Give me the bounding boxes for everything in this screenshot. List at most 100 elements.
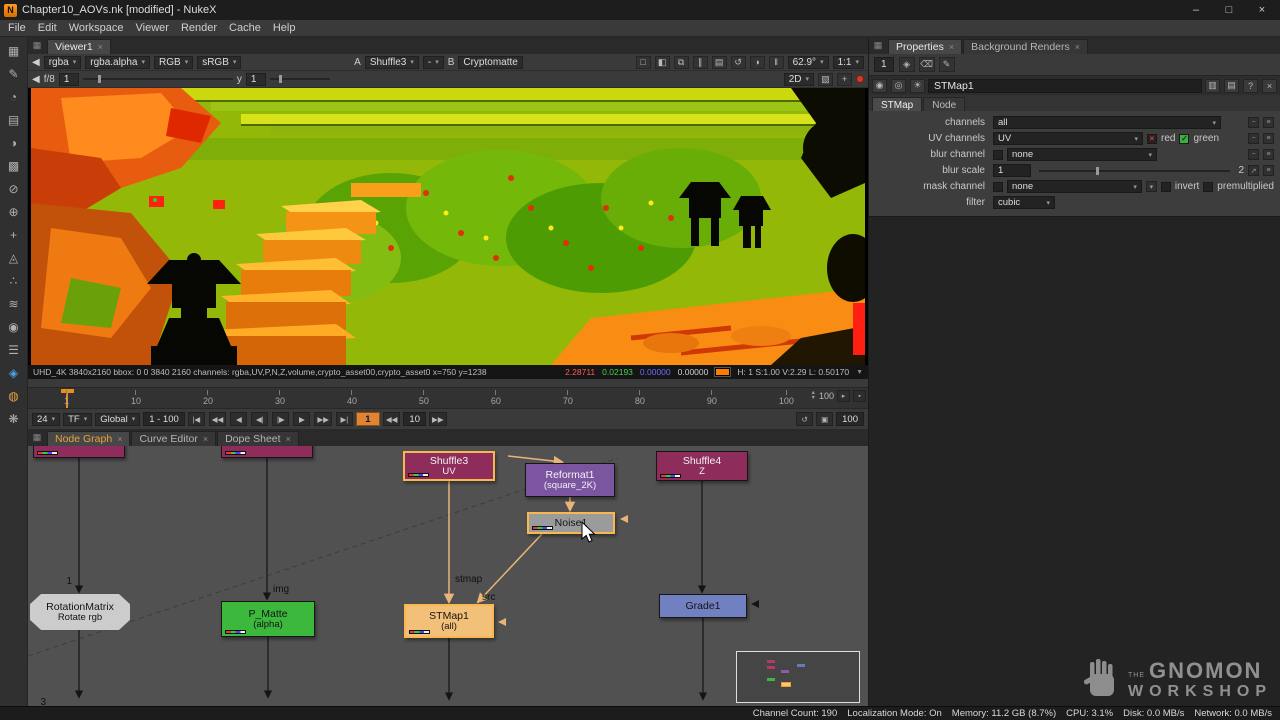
range-lock-button[interactable]: ▣ <box>816 412 833 426</box>
b-input-select[interactable]: Cryptomatte <box>458 56 522 69</box>
wipe-mode-select[interactable]: -▾ <box>423 56 444 69</box>
fps-select[interactable]: 24▾ <box>32 413 60 426</box>
refresh-icon[interactable]: ↺ <box>731 56 746 69</box>
menu-item[interactable]: Render <box>175 21 223 35</box>
float-panel-icon[interactable]: ▤ <box>1224 79 1239 93</box>
other-node-icon[interactable]: ❋ <box>3 408 25 429</box>
mask-channel-select[interactable]: none▾ <box>1007 180 1142 193</box>
prev-increment-button[interactable]: ◀◀ <box>209 412 227 426</box>
filter-select[interactable]: cubic▾ <box>993 196 1055 209</box>
channels-select[interactable]: all▾ <box>993 116 1221 129</box>
roi-indicator-icon[interactable] <box>856 75 864 83</box>
node-color-icon[interactable]: ◉ <box>872 79 887 93</box>
tab-dope-sheet[interactable]: Dope Sheet × <box>217 431 299 446</box>
close-icon[interactable]: × <box>1075 43 1080 52</box>
uv-channels-select[interactable]: UV▾ <box>993 132 1143 145</box>
tab-properties[interactable]: Properties × <box>888 39 962 54</box>
tab-node[interactable]: Node <box>923 97 965 111</box>
node-name-field[interactable]: STMap1 <box>928 79 1202 93</box>
range-mode-select[interactable]: Global▾ <box>95 413 140 426</box>
transform-node-icon[interactable]: + <box>3 224 25 245</box>
node-rotationmatrix[interactable]: RotationMatrix Rotate rgb <box>30 594 130 630</box>
row-option-icon[interactable]: − <box>1248 133 1259 144</box>
range-spinner[interactable]: ▲▼ <box>811 391 816 402</box>
row-option-icon[interactable]: − <box>1248 149 1259 160</box>
row-menu-icon[interactable]: ≡ <box>1263 117 1274 128</box>
range-end-value[interactable]: 100 <box>819 391 834 401</box>
gamma-value[interactable]: 1 <box>246 73 266 86</box>
draw-node-icon[interactable]: ✎ <box>3 63 25 84</box>
mask-overlay-icon[interactable]: ▧ <box>818 73 833 86</box>
particles-node-icon[interactable]: ∴ <box>3 270 25 291</box>
menu-item[interactable]: Viewer <box>130 21 175 35</box>
tab-viewer1[interactable]: Viewer1 × <box>47 39 111 54</box>
blur-scale-field[interactable]: 1 <box>993 164 1031 177</box>
row-menu-icon[interactable]: ≡ <box>1263 149 1274 160</box>
play-backward-button[interactable]: ◀ <box>230 412 247 426</box>
menu-item[interactable]: Cache <box>223 21 267 35</box>
increment-button[interactable]: ▶▶ <box>429 412 447 426</box>
guides-icon[interactable]: ▤ <box>712 56 727 69</box>
metadata-node-icon[interactable]: ☰ <box>3 339 25 360</box>
node-noise1[interactable]: Noise1 <box>527 512 615 534</box>
menu-item[interactable]: File <box>2 21 32 35</box>
gain-collapse-icon[interactable]: ◀ <box>32 74 40 85</box>
uv-red-checkbox[interactable]: × <box>1147 134 1157 144</box>
display-channel-select[interactable]: RGB▾ <box>154 56 193 69</box>
frame-increment-field[interactable]: 10 <box>403 412 426 426</box>
time-node-icon[interactable]: ◔ <box>3 86 25 107</box>
close-panel-icon[interactable]: × <box>1262 79 1277 93</box>
node-pmatte[interactable]: P_Matte (alpha) <box>221 601 315 637</box>
blur-scale-slider[interactable] <box>1039 170 1230 172</box>
gamma-slider[interactable] <box>270 78 330 80</box>
center-node-icon[interactable]: ▥ <box>1205 79 1220 93</box>
maximize-button[interactable]: □ <box>1215 1 1243 19</box>
menu-item[interactable]: Workspace <box>63 21 130 35</box>
color-node-icon[interactable]: ◑ <box>3 132 25 153</box>
tab-background-renders[interactable]: Background Renders × <box>963 39 1088 54</box>
blur-channel-checkbox[interactable] <box>993 150 1003 160</box>
close-icon[interactable]: × <box>949 43 954 52</box>
filter-node-icon[interactable]: ▩ <box>3 155 25 176</box>
pane-menu-icon[interactable]: ▦ <box>30 39 44 52</box>
viewer-viewport[interactable] <box>28 88 868 365</box>
views-node-icon[interactable]: ◉ <box>3 316 25 337</box>
mask-from-icon[interactable]: ▾ <box>1146 181 1157 192</box>
close-icon[interactable]: × <box>286 435 291 444</box>
loop-mode-button[interactable]: ↺ <box>796 412 813 426</box>
zoom-select[interactable]: 1:1▾ <box>833 56 864 69</box>
pane-menu-icon[interactable]: ▦ <box>30 431 44 444</box>
prev-layer-icon[interactable]: ◀ <box>32 57 40 68</box>
tab-curve-editor[interactable]: Curve Editor × <box>131 431 216 446</box>
clear-panels-icon[interactable]: ⌫ <box>919 57 935 72</box>
sync-icon[interactable]: ◍ <box>3 385 25 406</box>
timeline-ruler[interactable]: 1102030405060708090100 ▲▼ 100 ▸ ▪ <box>28 387 868 409</box>
node-shuffle4[interactable]: Shuffle4 Z <box>656 451 748 481</box>
pane-menu-icon[interactable]: ▦ <box>871 39 885 52</box>
range-end-field[interactable]: 100 <box>836 412 864 426</box>
proxy-toggle-icon[interactable]: □ <box>636 56 651 69</box>
menu-item[interactable]: Help <box>267 21 302 35</box>
overlay-toggle-icon[interactable]: ⧉ <box>674 56 689 69</box>
deep-node-icon[interactable]: ≋ <box>3 293 25 314</box>
tab-node-graph[interactable]: Node Graph × <box>47 431 130 446</box>
gain-slider[interactable] <box>83 78 233 80</box>
split-view-icon[interactable]: ◧ <box>655 56 670 69</box>
merge-node-icon[interactable]: ⊕ <box>3 201 25 222</box>
pause-icon[interactable]: ‖ <box>769 56 784 69</box>
minimize-button[interactable]: – <box>1182 1 1210 19</box>
pause-render-icon[interactable]: ◑ <box>750 56 765 69</box>
3d-node-icon[interactable]: ◬ <box>3 247 25 268</box>
edit-panels-icon[interactable]: ✎ <box>939 57 955 72</box>
timeline-filter-select[interactable]: TF▾ <box>63 413 92 426</box>
graph-minimap[interactable] <box>736 651 860 703</box>
play-forward-button[interactable]: ▶ <box>293 412 310 426</box>
frame-range-field[interactable]: 1 - 100 <box>143 412 185 426</box>
mask-channel-checkbox[interactable] <box>993 182 1003 192</box>
menu-item[interactable]: Edit <box>32 21 63 35</box>
flipbook-stop-icon[interactable]: ▪ <box>853 390 866 402</box>
goto-start-button[interactable]: |◀ <box>188 412 205 426</box>
node-graph-canvas[interactable]: 1 img stmap src 3 Shuffle1 Shuffle2 <box>28 446 868 706</box>
node-shuffle1[interactable]: Shuffle1 <box>33 446 125 458</box>
invert-checkbox[interactable] <box>1161 182 1171 192</box>
